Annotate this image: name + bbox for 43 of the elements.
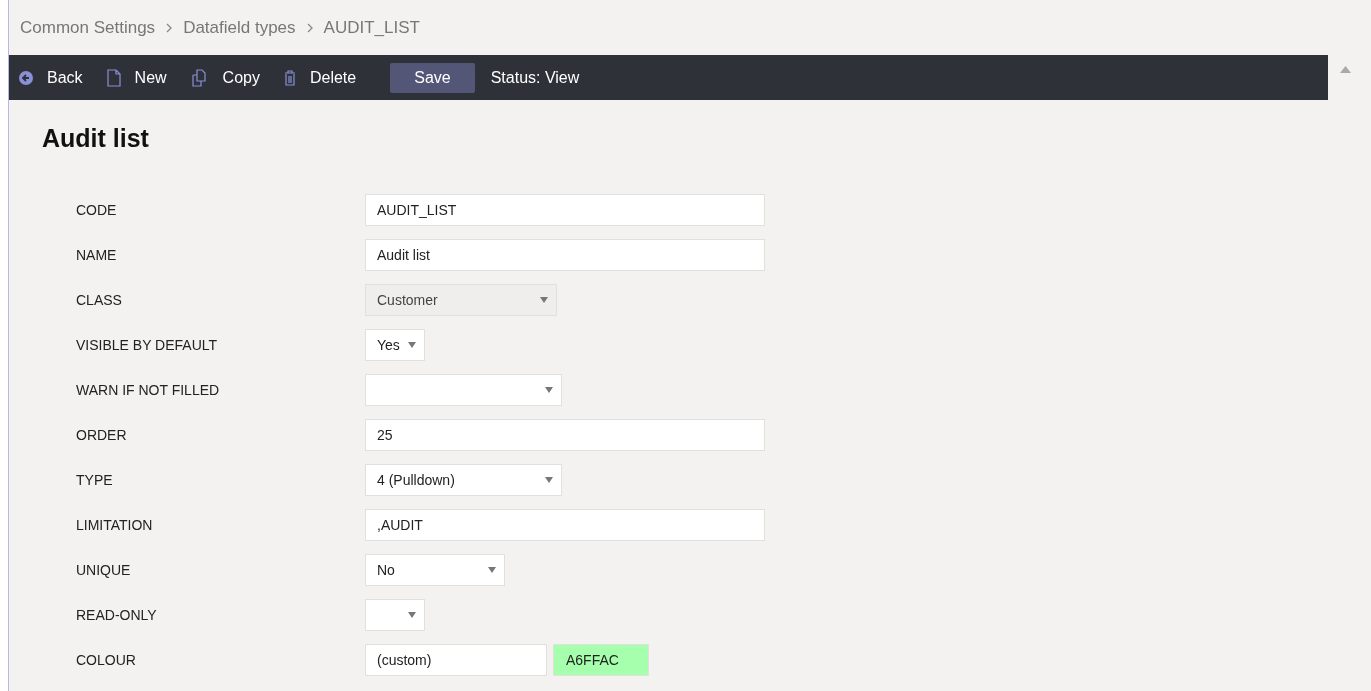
text-field[interactable]: (custom) [365, 644, 547, 676]
dropdown[interactable]: Yes [365, 329, 425, 361]
field-label: READ-ONLY [76, 607, 158, 623]
breadcrumb-link[interactable]: Common Settings [20, 17, 156, 38]
caret-icon [545, 477, 553, 483]
dropdown[interactable]: No [365, 554, 505, 586]
document-icon[interactable] [106, 68, 121, 87]
field-label: NAME [76, 247, 118, 263]
field-label: ORDER [76, 427, 128, 443]
text-field[interactable]: 25 [365, 419, 765, 451]
caret-icon [408, 342, 416, 348]
field-label: VISIBLE BY DEFAULT [76, 337, 219, 353]
toolbar-link[interactable]: Delete [309, 68, 357, 87]
text-field[interactable]: ,AUDIT [365, 509, 765, 541]
trash-icon[interactable] [283, 69, 296, 86]
field-label: COLOUR [76, 652, 137, 668]
field-label: CLASS [76, 292, 123, 308]
caret-icon [488, 567, 496, 573]
chevron-icon [305, 22, 314, 33]
toolbar-link[interactable]: Back [47, 68, 83, 87]
colour-field[interactable]: A6FFAC [553, 644, 649, 676]
field-label: TYPE [76, 472, 114, 488]
field-label: LIMITATION [76, 517, 154, 533]
copy-icon[interactable] [190, 68, 209, 87]
text-field[interactable]: Audit list [365, 239, 765, 271]
caret-icon [540, 297, 548, 303]
save-button[interactable]: Save [390, 62, 475, 93]
chevron-icon [165, 22, 174, 33]
caret-icon [545, 387, 553, 393]
page-title: Audit list [42, 124, 150, 153]
text-field[interactable]: AUDIT_LIST [365, 194, 765, 226]
scroll-up-icon[interactable] [1340, 66, 1351, 73]
field-label: UNIQUE [76, 562, 132, 578]
field-label: WARN IF NOT FILLED [76, 382, 221, 398]
field-label: CODE [76, 202, 118, 218]
caret-icon [408, 612, 416, 618]
breadcrumb-link[interactable]: AUDIT_LIST [323, 17, 420, 38]
dropdown[interactable]: 4 (Pulldown) [365, 464, 562, 496]
status-text: Status: View [490, 68, 580, 87]
toolbar-link[interactable]: New [134, 68, 167, 87]
back-arrow-icon[interactable] [19, 70, 33, 85]
breadcrumb-link[interactable]: Datafield types [183, 17, 296, 38]
toolbar-link[interactable]: Copy [222, 68, 260, 87]
